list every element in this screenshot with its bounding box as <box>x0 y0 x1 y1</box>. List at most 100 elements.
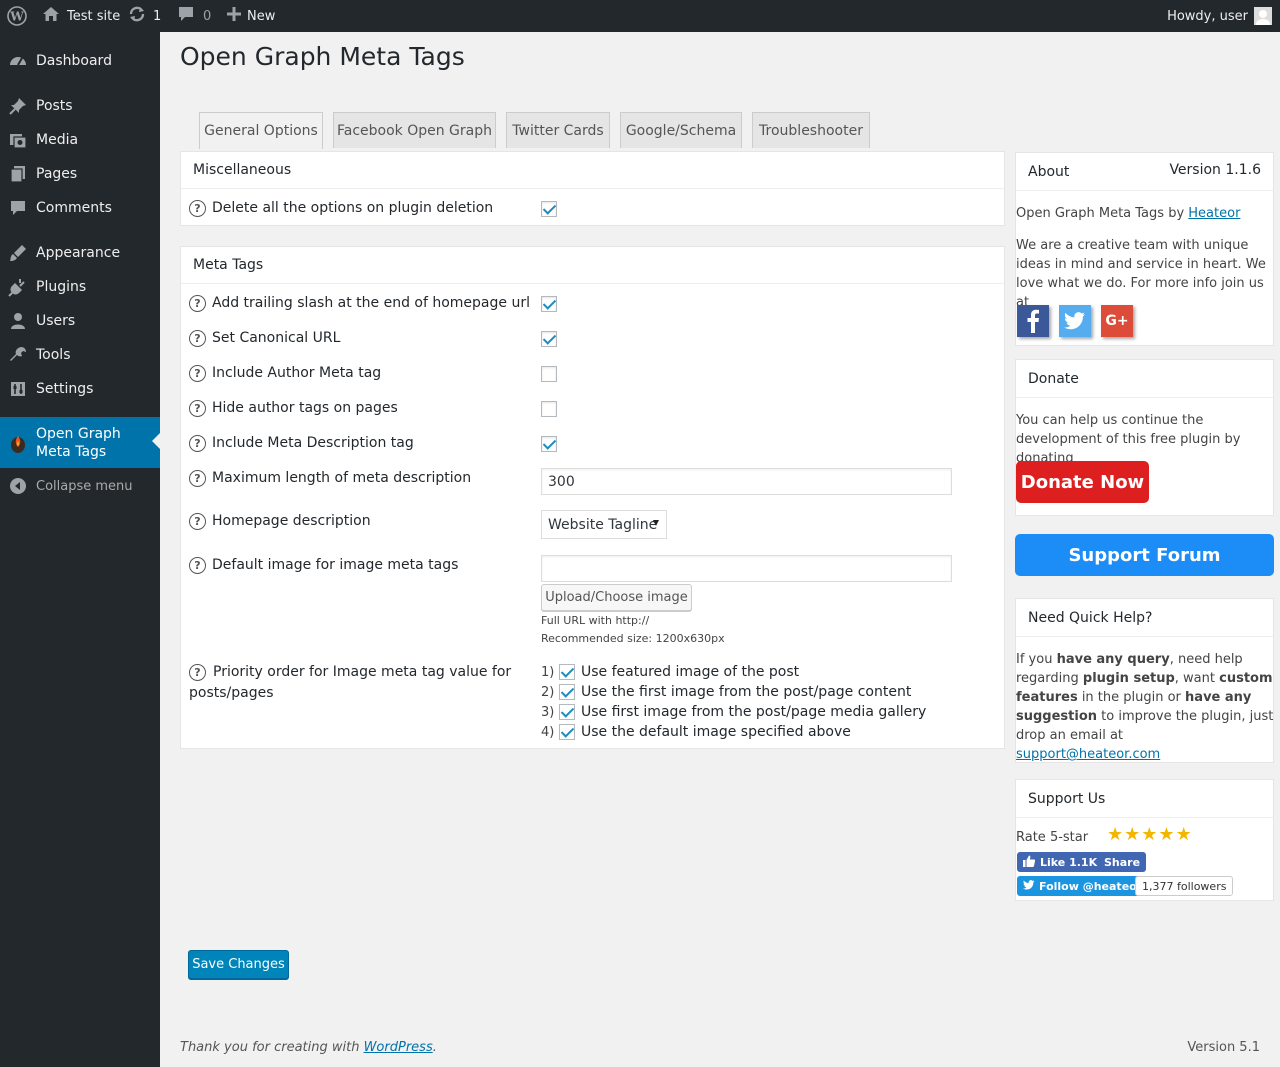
wrench-icon <box>0 345 36 365</box>
comment-bubble-icon <box>177 6 195 26</box>
meta-description-checkbox[interactable] <box>541 436 557 452</box>
about-version: Version 1.1.6 <box>1169 162 1261 178</box>
updates-link[interactable]: 1 <box>128 0 161 32</box>
tab-general-options[interactable]: General Options <box>199 112 323 149</box>
new-label: New <box>247 8 276 24</box>
about-title: About <box>1028 163 1070 180</box>
sidebar-item-open-graph-meta-tags[interactable]: Open Graph Meta Tags <box>0 417 160 468</box>
sidebar-item-plugins[interactable]: Plugins <box>0 270 160 304</box>
homepage-description-select[interactable]: Website Tagline <box>541 510 667 539</box>
sidebar-item-label: Media <box>36 132 79 148</box>
help-icon[interactable]: ? <box>189 513 206 530</box>
comments-link[interactable]: 0 <box>177 0 211 32</box>
sidebar-item-tools[interactable]: Tools <box>0 338 160 372</box>
star-icon[interactable]: ★ <box>1141 824 1157 845</box>
footer-thanks-suffix: . <box>432 1040 437 1055</box>
collapse-menu-label: Collapse menu <box>36 478 133 494</box>
max-length-row: ? Maximum length of meta description <box>189 468 471 489</box>
hide-author-row: ? Hide author tags on pages <box>189 398 398 419</box>
donate-now-button[interactable]: Donate Now <box>1016 461 1149 503</box>
heateor-link[interactable]: Heateor <box>1188 206 1240 221</box>
rating-stars[interactable]: ★ ★ ★ ★ ★ <box>1107 824 1193 845</box>
wordpress-logo-icon[interactable]: W <box>7 0 27 32</box>
tab-troubleshooter[interactable]: Troubleshooter <box>752 112 870 148</box>
home-icon <box>42 6 60 26</box>
facebook-icon[interactable] <box>1017 305 1049 337</box>
facebook-share-button[interactable]: Share <box>1098 852 1147 872</box>
footer-thanks-text: Thank you for creating with <box>180 1040 364 1055</box>
priority-number: 2) <box>541 684 555 700</box>
max-length-input[interactable]: 300 <box>541 468 952 495</box>
priority-number: 1) <box>541 664 555 680</box>
new-content-link[interactable]: New <box>227 0 275 32</box>
collapse-menu-button[interactable]: Collapse menu <box>0 469 160 503</box>
like-label: Like 1.1K <box>1040 855 1098 869</box>
sidebar-item-media[interactable]: Media <box>0 123 160 157</box>
twitter-follow-button[interactable]: Follow @heateor <box>1017 876 1149 896</box>
site-name-link[interactable]: Test site <box>42 0 120 32</box>
sidebar-item-settings[interactable]: Settings <box>0 372 160 406</box>
priority-label: Use featured image of the post <box>581 664 800 680</box>
wordpress-link[interactable]: WordPress <box>364 1040 433 1055</box>
help-icon[interactable]: ? <box>189 295 206 312</box>
admin-bar: W Test site 1 0 New Howdy, user <box>0 0 1280 32</box>
support-email-link[interactable]: support@heateor.com <box>1016 747 1160 762</box>
twitter-icon[interactable] <box>1059 305 1091 337</box>
tab-facebook-open-graph[interactable]: Facebook Open Graph <box>333 112 496 148</box>
upload-image-button[interactable]: Upload/Choose image <box>541 584 692 611</box>
help-icon[interactable]: ? <box>189 435 206 452</box>
star-icon[interactable]: ★ <box>1176 824 1192 845</box>
quick-help-text: If you have any query, need help regardi… <box>1016 650 1274 764</box>
admin-sidebar: Dashboard Posts Media Pages Comments App… <box>0 32 160 1067</box>
help-icon[interactable]: ? <box>189 557 206 574</box>
dropdown-arrow-icon <box>653 520 659 526</box>
facebook-like-button[interactable]: Like 1.1K <box>1017 852 1104 872</box>
tab-google-schema[interactable]: Google/Schema <box>620 112 742 148</box>
account-menu[interactable]: Howdy, user <box>1167 0 1272 32</box>
follow-label: Follow @heateor <box>1039 879 1143 893</box>
trailing-slash-checkbox[interactable] <box>541 296 557 312</box>
help-icon[interactable]: ? <box>189 200 206 217</box>
priority-item-3: 3) Use first image from the post/page me… <box>541 702 926 722</box>
star-icon[interactable]: ★ <box>1124 824 1140 845</box>
url-note: Full URL with http:// <box>541 614 650 627</box>
quick-help-panel: Need Quick Help? If you have any query, … <box>1015 598 1274 763</box>
tab-twitter-cards[interactable]: Twitter Cards <box>506 112 610 148</box>
help-icon[interactable]: ? <box>189 330 206 347</box>
meta-description-row: ? Include Meta Description tag <box>189 433 414 454</box>
howdy-label: Howdy, user <box>1167 8 1248 24</box>
sidebar-item-comments[interactable]: Comments <box>0 191 160 225</box>
active-indicator <box>152 433 160 449</box>
help-icon[interactable]: ? <box>189 470 206 487</box>
priority-checkbox-2[interactable] <box>559 684 575 700</box>
support-us-panel: Support Us Rate 5-star ★ ★ ★ ★ ★ Like 1.… <box>1015 779 1274 901</box>
sidebar-item-dashboard[interactable]: Dashboard <box>0 44 160 78</box>
sliders-icon <box>0 379 36 399</box>
help-icon[interactable]: ? <box>189 400 206 417</box>
about-description: We are a creative team with unique ideas… <box>1016 238 1266 310</box>
support-forum-button[interactable]: Support Forum <box>1015 534 1274 576</box>
delete-options-checkbox[interactable] <box>541 201 557 217</box>
hide-author-checkbox[interactable] <box>541 401 557 417</box>
save-changes-button[interactable]: Save Changes <box>188 950 289 979</box>
footer-thanks: Thank you for creating with WordPress. <box>180 1040 437 1055</box>
trailing-slash-label: Add trailing slash at the end of homepag… <box>212 295 530 311</box>
author-meta-checkbox[interactable] <box>541 366 557 382</box>
sidebar-item-appearance[interactable]: Appearance <box>0 236 160 270</box>
priority-checkbox-4[interactable] <box>559 724 575 740</box>
collapse-arrow-icon <box>0 477 36 495</box>
help-icon[interactable]: ? <box>189 365 206 382</box>
sidebar-item-users[interactable]: Users <box>0 304 160 338</box>
default-image-input[interactable] <box>541 555 952 582</box>
help-icon[interactable]: ? <box>189 664 206 681</box>
page-title: Open Graph Meta Tags <box>180 42 465 71</box>
star-icon[interactable]: ★ <box>1158 824 1174 845</box>
priority-checkbox-1[interactable] <box>559 664 575 680</box>
priority-checkbox-3[interactable] <box>559 704 575 720</box>
star-icon[interactable]: ★ <box>1107 824 1123 845</box>
canonical-url-checkbox[interactable] <box>541 331 557 347</box>
donate-text: You can help us continue the development… <box>1016 413 1241 466</box>
google-plus-icon[interactable]: G+ <box>1101 305 1133 337</box>
sidebar-item-posts[interactable]: Posts <box>0 89 160 123</box>
sidebar-item-pages[interactable]: Pages <box>0 157 160 191</box>
